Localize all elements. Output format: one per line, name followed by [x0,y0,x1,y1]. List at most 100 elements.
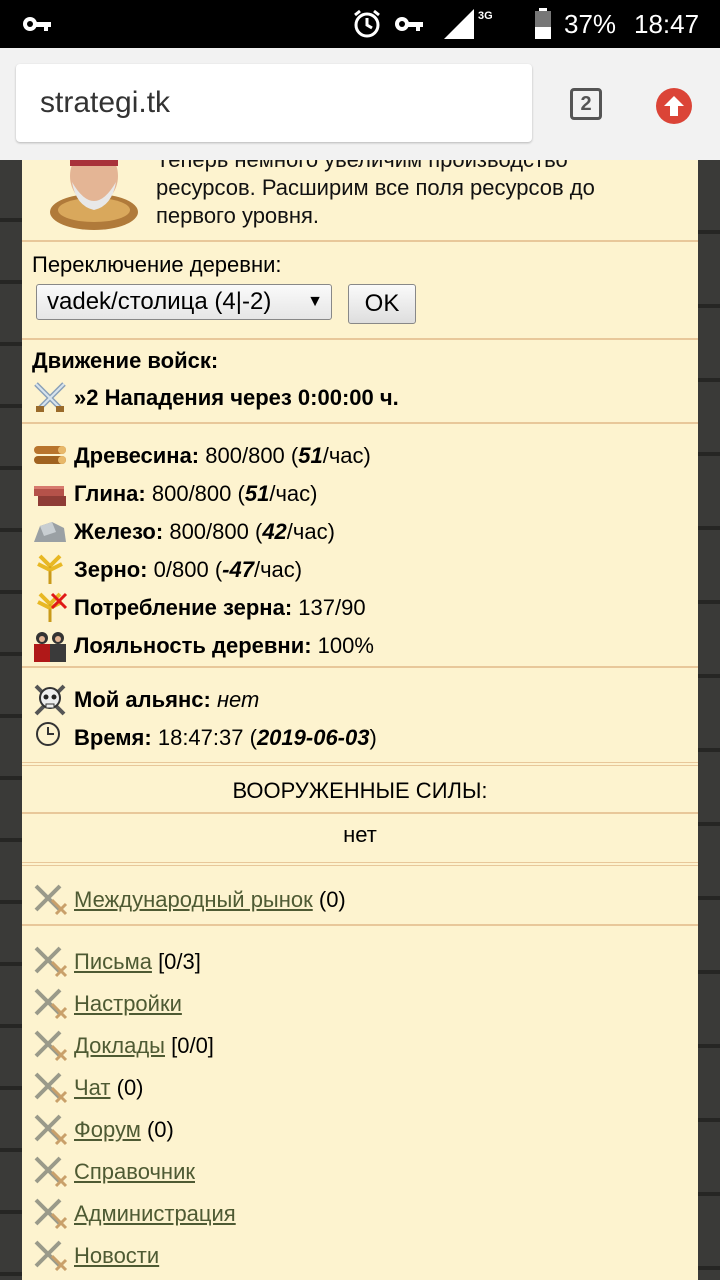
url-text: strategi.tk [40,86,171,119]
menu-swords-icon [32,986,68,1022]
armed-forces-value: нет [343,822,377,847]
alliance-label: Мой альянс: [74,687,211,712]
tab-switcher-button[interactable]: 2 [570,88,602,120]
chat-link[interactable]: Чат [74,1075,111,1101]
menu-swords-icon [32,1238,68,1274]
troop-movement-title: Движение войск: [32,348,219,373]
alliance-time-section: Мой альянс: нет Время: 18:47:37 (2019-06… [22,666,698,762]
reports-link[interactable]: Доклады [74,1033,165,1059]
loyalty-icon [32,628,68,664]
tutorial-line: первого уровня. [156,203,320,228]
status-bar: 3G 37% 18:47 [0,0,720,48]
armed-forces-section: нет [22,812,698,860]
rate-open: ( [214,557,223,582]
signal-icon: 3G [442,0,500,48]
battery-percent: 37% [564,8,617,39]
resource-value: 0/800 [153,557,209,582]
armed-forces-header: ВООРУЖЕННЫЕ СИЛЫ: [22,762,698,812]
wood-icon [32,438,68,474]
administration-link[interactable]: Администрация [74,1201,236,1227]
clock: 18:47 [634,8,700,39]
rate-open: ( [290,443,299,468]
consumption-row: Потребление зерна: 137/90 [32,590,366,626]
menu-link-row: Чат (0) [32,1068,144,1108]
market-count: (0) [318,887,346,912]
tutorial-line: Теперь немного увеличим производство [156,160,595,174]
village-switch-label: Переключение деревни: [32,252,282,277]
stone-wall-left [0,160,22,1280]
battery-icon [534,0,552,48]
resource-label: Древесина: [74,443,200,468]
update-button[interactable] [656,88,692,124]
loyalty-label: Лояльность деревни: [74,633,312,658]
clay-icon [32,476,68,512]
rate-open: ( [237,481,245,506]
menu-swords-icon [32,1196,68,1232]
crossed-swords-icon [32,380,68,416]
stone-wall-right [698,160,720,1280]
alarm-icon [352,0,382,48]
menu-links-section: Письма [0/3] Настройки Доклады [0/0] Чат… [22,924,698,1280]
loyalty-row: Лояльность деревни: 100% [32,628,374,664]
village-switch-section: Переключение деревни: vadek/столица (4|-… [22,240,698,338]
resource-value: 800/800 [151,481,232,506]
resource-value: 800/800 [169,519,249,544]
troop-movement-section: Движение войск: »2 Нападения через 0:00:… [22,338,698,422]
market-row: Международный рынок (0) [32,880,346,920]
menu-swords-icon [32,1154,68,1190]
resource-rate: 42 [262,519,287,544]
attack-row[interactable]: »2 Нападения через 0:00:00 ч. [32,380,399,416]
resource-row: Зерно: 0/800 (-47/час) [32,552,302,588]
resource-rate: 51 [244,481,270,506]
market-link[interactable]: Международный рынок [74,887,313,913]
grain-consumption-icon [32,590,68,626]
link-count: (0) [116,1075,144,1100]
resource-label: Глина: [74,481,146,506]
key-icon [22,0,52,48]
address-bar[interactable]: strategi.tk [16,64,532,142]
network-type: 3G [478,10,493,22]
attack-text: »2 Нападения через 0:00:00 ч. [74,385,399,410]
resource-label: Железо: [74,519,164,544]
date-value: 2019-06-03 [256,725,370,750]
menu-swords-icon [32,1028,68,1064]
advisor-avatar [46,160,142,234]
menu-link-row: Доклады [0/0] [32,1026,214,1066]
menu-swords-icon [32,944,68,980]
page-viewport[interactable]: Теперь немного увеличим производство рес… [0,160,720,1280]
forum-link[interactable]: Форум [74,1117,141,1143]
resource-row: Древесина: 800/800 (51/час) [32,438,371,474]
village-select[interactable]: vadek/столица (4|-2) ▼ [36,284,332,320]
alliance-row: Мой альянс: нет [32,682,259,718]
browser-toolbar: strategi.tk 2 [0,48,720,160]
resource-label: Зерно: [74,557,148,582]
arrow-up-icon [664,96,684,116]
resource-rate: 51 [298,443,323,468]
news-link[interactable]: Новости [74,1243,159,1269]
messages-link[interactable]: Письма [74,949,152,975]
resource-rate: -47 [222,557,254,582]
tutorial-line: ресурсов. Расширим все поля ресурсов до [156,175,595,200]
consumption-value: 137/90 [298,595,366,620]
consumption-label: Потребление зерна: [74,595,293,620]
settings-link[interactable]: Настройки [74,991,182,1017]
armed-forces-title: ВООРУЖЕННЫЕ СИЛЫ: [232,778,488,803]
vpn-key-icon [394,0,424,48]
time-label: Время: [74,725,152,750]
rate-unit: /час) [269,481,318,506]
grain-icon [32,552,68,588]
date-close: ) [369,725,377,750]
time-value: 18:47:37 [157,725,244,750]
skull-icon [32,682,68,718]
iron-icon [32,514,68,550]
rate-unit: /час) [322,443,371,468]
menu-swords-icon [32,882,68,918]
menu-link-row: Форум (0) [32,1110,174,1150]
village-select-value: vadek/столица (4|-2) [47,288,272,315]
ok-button[interactable]: OK [348,284,416,324]
reference-link[interactable]: Справочник [74,1159,195,1185]
resource-row: Железо: 800/800 (42/час) [32,514,335,550]
resource-value: 800/800 [205,443,285,468]
menu-link-row: Новости [32,1236,165,1276]
market-section: Международный рынок (0) [22,862,698,926]
